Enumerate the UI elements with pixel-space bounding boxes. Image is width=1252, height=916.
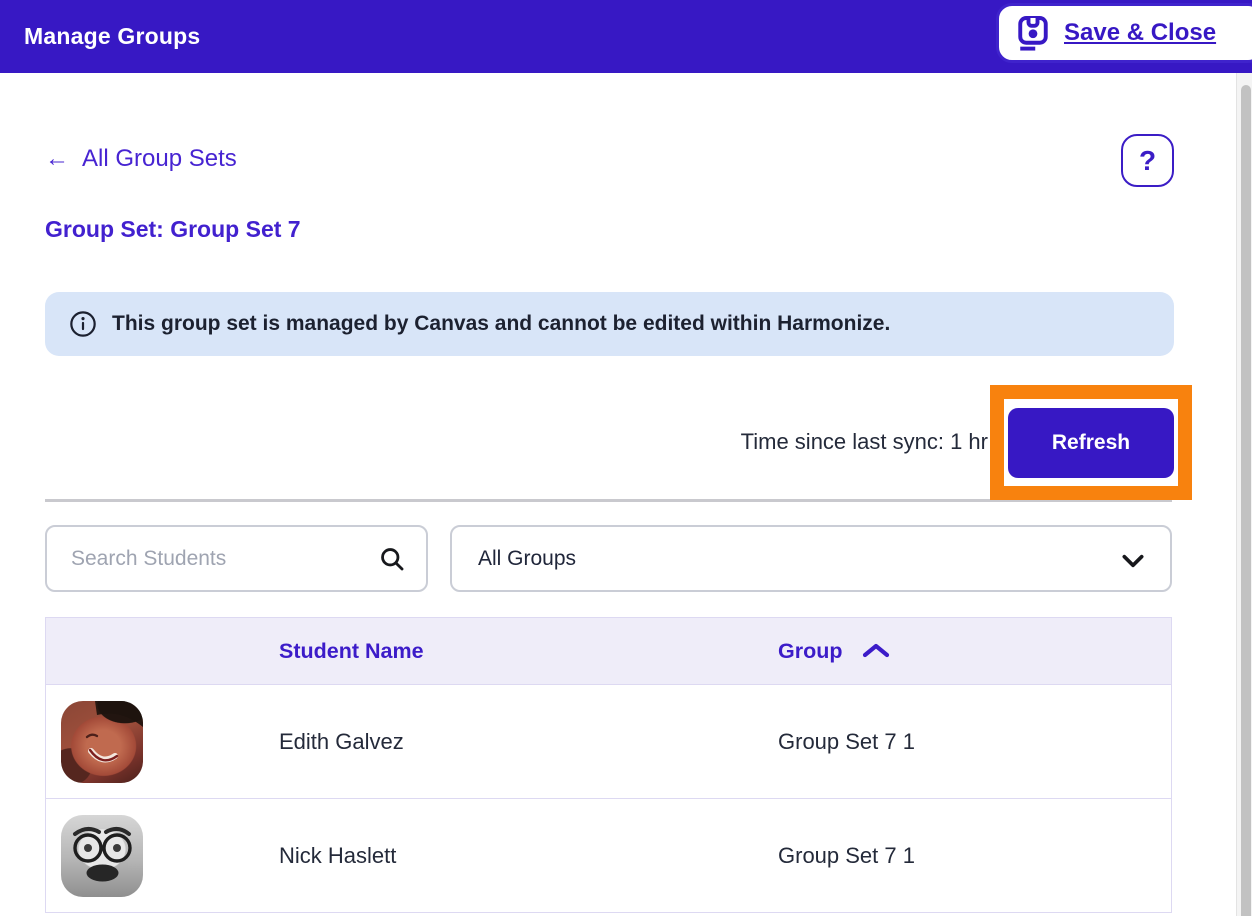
table-header-row: Student Name Group [46,618,1171,684]
scrollbar-thumb[interactable] [1241,85,1251,916]
save-close-label: Save & Close [1064,19,1216,47]
group-filter-select[interactable]: All Groups [450,525,1172,592]
back-link-all-group-sets[interactable]: ← All Group Sets [45,145,237,173]
sort-ascending-icon [861,642,891,660]
save-icon [1015,15,1051,51]
info-banner: This group set is managed by Canvas and … [45,292,1174,356]
group-filter-value: All Groups [478,547,576,571]
avatar [61,815,143,897]
annotation-highlight-box: Refresh [990,385,1192,500]
students-table: Student Name Group [45,617,1172,913]
student-group: Group Set 7 1 [778,843,1171,869]
banner-message: This group set is managed by Canvas and … [112,312,890,336]
search-students-box [45,525,428,592]
back-link-label: All Group Sets [82,145,237,173]
group-set-title: Group Set: Group Set 7 [45,216,301,243]
student-name: Nick Haslett [279,843,778,869]
avatar [61,701,143,783]
column-header-group[interactable]: Group [778,639,1171,664]
help-button[interactable]: ? [1121,134,1174,187]
table-row[interactable]: Edith Galvez Group Set 7 1 [46,684,1171,798]
search-icon[interactable] [378,545,406,578]
student-group: Group Set 7 1 [778,729,1171,755]
search-students-input[interactable] [47,527,426,590]
table-row[interactable]: Nick Haslett Group Set 7 1 [46,798,1171,912]
sync-status-text: Time since last sync: 1 hr [741,429,988,455]
student-name: Edith Galvez [279,729,778,755]
save-close-button[interactable]: Save & Close [996,3,1252,63]
page-title: Manage Groups [24,0,200,73]
refresh-button[interactable]: Refresh [1008,408,1174,478]
info-icon [69,310,97,338]
chevron-down-icon [1120,550,1146,577]
back-arrow-icon: ← [45,145,69,173]
manage-groups-window: Manage Groups Save & Close ← All Group S… [0,0,1252,916]
scrollbar[interactable] [1236,73,1252,916]
help-icon: ? [1139,145,1156,177]
column-header-student-name[interactable]: Student Name [279,639,778,664]
